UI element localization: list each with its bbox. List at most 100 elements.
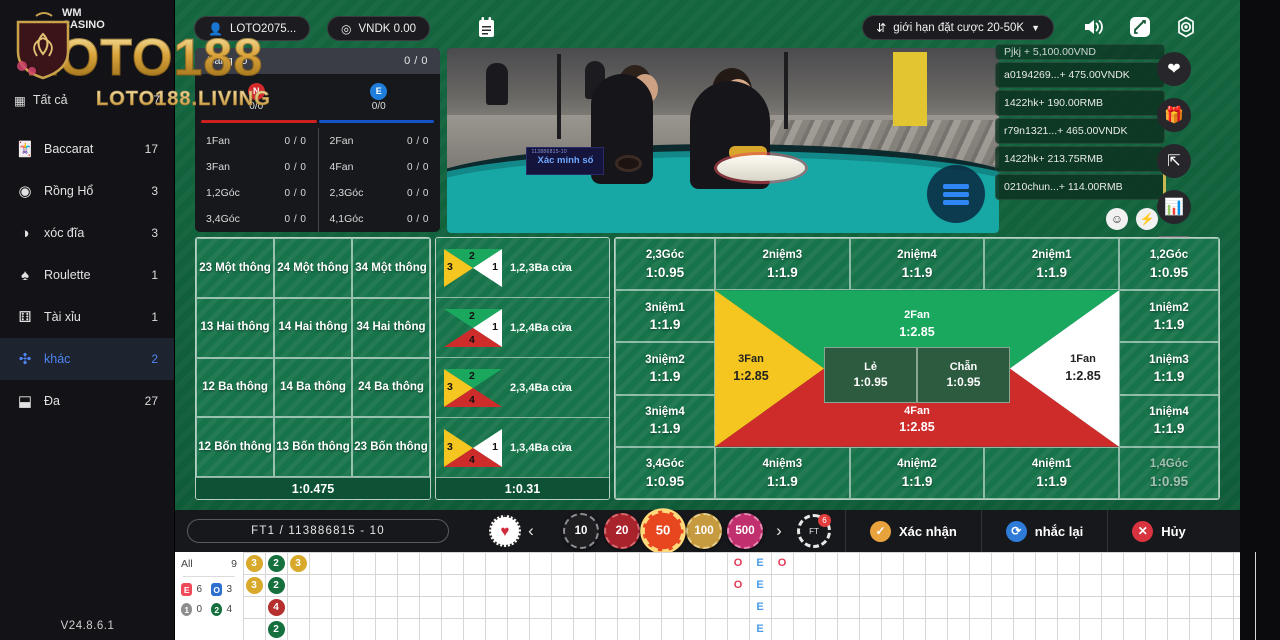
bet-cell-3ni-m4[interactable]: 3niệm4 1:1.9 — [615, 394, 715, 447]
roadmap-gridline — [243, 552, 1240, 553]
bet-cell-4ni-m3[interactable]: 4niệm3 1:1.9 — [715, 446, 850, 499]
bet-cell-bacua[interactable]: 3 1 4 1,3,4Ba cửa — [436, 418, 609, 477]
bet-cell-4fan[interactable]: 4Fan 1:2.85 — [857, 405, 977, 435]
roadmap-bead: 4 — [267, 598, 285, 616]
speaker-icon[interactable] — [1080, 13, 1108, 41]
bet-cell-3ni-m1[interactable]: 3niệm1 1:1.9 — [615, 290, 715, 343]
bet-cell-thong[interactable]: 34 Hai thông — [352, 297, 430, 358]
sidebar-item-tài-xỉu[interactable]: ⚅ Tài xỉu 1 — [0, 296, 174, 338]
flag-number-bottom: 4 — [469, 393, 475, 406]
bet-limit-selector[interactable]: ⇵ giới hạn đặt cược 20-50K ▼ — [862, 15, 1054, 40]
bet-cell-3ni-m2[interactable]: 3niệm2 1:1.9 — [615, 342, 715, 395]
summary-cell: 2,3Góc 0 / 0 — [317, 180, 441, 206]
bet-cell-bacua[interactable]: 3 2 1 1,2,3Ba cửa — [436, 238, 609, 298]
repeat-bet-icon[interactable]: 6 FT — [797, 514, 831, 548]
bet-cell-1ni-m3[interactable]: 1niệm3 1:1.9 — [1119, 342, 1219, 395]
chip-500[interactable]: 500 — [727, 513, 763, 549]
feed-item: 0210chun...+ 114.00RMB — [995, 174, 1165, 200]
bet-cell-4ni-m2[interactable]: 4niệm2 1:1.9 — [849, 446, 985, 499]
chip-20[interactable]: 20 — [604, 513, 640, 549]
bet-cell-label: 13 Bốn thông — [276, 440, 350, 453]
bet-cell-2ni-m1[interactable]: 2niệm1 1:1.9 — [984, 238, 1119, 291]
bet-cell-3-4g-c[interactable]: 3,4Góc 1:0.95 — [615, 446, 715, 499]
bet-cell-bacua[interactable]: 2 1 4 1,2,4Ba cửa — [436, 298, 609, 358]
legend-tag-o: O — [211, 583, 223, 596]
bet-cell-thong[interactable]: 23 Bốn thông — [352, 417, 430, 477]
bet-cell-label: 1,2Góc — [1149, 249, 1189, 262]
bet-cell-thong[interactable]: 24 Một thông — [274, 238, 352, 298]
chip-10[interactable]: 10 — [563, 513, 599, 549]
bet-cell-thong[interactable]: 14 Ba thông — [274, 357, 352, 418]
roadmap-grid[interactable]: 32332422OEOOEEE — [243, 552, 1256, 640]
stack-icon[interactable] — [927, 165, 985, 223]
legend-circ-count-2: 4 — [226, 604, 232, 615]
bet-cell-thong[interactable]: 13 Hai thông — [196, 297, 274, 358]
bet-cell-2-3g-c[interactable]: 2,3Góc 1:0.95 — [615, 238, 715, 291]
bet-cell-bacua[interactable]: 3 2 4 2,3,4Ba cửa — [436, 358, 609, 418]
repeat-button[interactable]: ⟳ nhắc lại — [980, 510, 1107, 552]
gear-icon[interactable] — [1172, 13, 1200, 41]
bet-cell-odds: 1:1.9 — [901, 473, 933, 489]
next-chip-button[interactable]: › — [769, 521, 789, 541]
username-label: LOTO2075... — [229, 22, 297, 35]
bet-cell-1-2g-c[interactable]: 1,2Góc 1:0.95 — [1119, 238, 1219, 291]
chip-50[interactable]: 50 — [642, 510, 684, 552]
video-chart-icon[interactable]: 📊 — [1157, 190, 1191, 224]
bet-cell-thong[interactable]: 34 Một thông — [352, 238, 430, 298]
confirm-button[interactable]: ✓ Xác nhận — [845, 510, 981, 552]
balance-pill[interactable]: ◎ VNDK 0.00 — [327, 16, 431, 41]
bet-cell-2fan[interactable]: 2Fan 1:2.85 — [857, 309, 977, 339]
bet-cell-le[interactable]: Lẻ 1:0.95 — [824, 346, 917, 403]
prev-chip-button[interactable]: ‹ — [521, 521, 541, 541]
bet-cell-thong[interactable]: 12 Bốn thông — [196, 417, 274, 477]
roadmap-letter: E — [756, 557, 764, 569]
heart-hands-icon[interactable]: ❤ — [1157, 52, 1191, 86]
sicbo-disc-icon: ◑ — [20, 224, 30, 242]
live-video-stream[interactable]: 113886815-10 Xác minh số — [447, 48, 999, 233]
check-icon: ✓ — [870, 520, 891, 542]
sidebar-item-all[interactable]: ▦ Tất cả 7 — [0, 82, 174, 118]
bet-cell-1ni-m4[interactable]: 1niệm4 1:1.9 — [1119, 394, 1219, 447]
roadmap-letter: E — [756, 623, 764, 635]
summary-cell: 4,1Góc 0 / 0 — [317, 206, 441, 232]
bet-cell-4ni-m1[interactable]: 4niệm1 1:1.9 — [984, 446, 1119, 499]
sidebar-item-rồng-hổ[interactable]: ◉ Rồng Hổ 3 — [0, 170, 174, 212]
fullscreen-icon[interactable] — [1126, 13, 1154, 41]
bet-cell-thong[interactable]: 13 Bốn thông — [274, 417, 352, 477]
sidebar-item-baccarat[interactable]: 🃏 Baccarat 17 — [0, 128, 174, 170]
cancel-button[interactable]: ✕ Hủy — [1107, 510, 1210, 552]
bet-cell-chan[interactable]: Chẵn 1:0.95 — [917, 346, 1010, 403]
sidebar-item-khác[interactable]: ✣ khác 2 — [0, 338, 174, 380]
sidebar-item-đa[interactable]: ⬓ Đa 27 — [0, 380, 174, 422]
domino-icon: ⬓ — [17, 392, 33, 410]
bet-cell-2ni-m3[interactable]: 2niệm3 1:1.9 — [715, 238, 850, 291]
legend-count-e: 6 — [196, 584, 202, 595]
bet-cell-3fan[interactable]: 3Fan 1:2.85 — [715, 354, 787, 384]
sidebar-item-label: Tài xỉu — [44, 310, 81, 324]
chip-100[interactable]: 100 — [686, 513, 722, 549]
sidebar-item-xóc-đĩa[interactable]: ◑ xóc đĩa 3 — [0, 212, 174, 254]
bet-cell-1ni-m2[interactable]: 1niệm2 1:1.9 — [1119, 290, 1219, 343]
heart-chip-icon[interactable]: ♥ — [489, 515, 521, 547]
bet-cell-2ni-m4[interactable]: 2niệm4 1:1.9 — [849, 238, 985, 291]
bet-cell-thong[interactable]: 23 Một thông — [196, 238, 274, 298]
round-info-pill[interactable]: FT1 / 113886815 - 10 — [187, 519, 449, 543]
sidebar-item-roulette[interactable]: ♠ Roulette 1 — [0, 254, 174, 296]
notepad-icon[interactable] — [473, 14, 499, 40]
smiley-icon[interactable]: ☺ — [1106, 208, 1128, 230]
bet-cell-thong[interactable]: 12 Ba thông — [196, 357, 274, 418]
bacua-flag-icon: 2 1 4 — [444, 308, 502, 347]
roadmap-gridline — [243, 618, 1240, 619]
bet-cell-1fan[interactable]: 1Fan 1:2.85 — [1047, 354, 1119, 384]
summary-header-value: 0 / 0 — [404, 55, 428, 67]
bet-cell-1-4g-c[interactable]: 1,4Góc 1:0.95 — [1119, 446, 1219, 499]
user-pill[interactable]: 👤 LOTO2075... — [194, 16, 311, 41]
person-icon: 👤 — [208, 21, 223, 36]
bet-cell-odds: 1:1.9 — [1153, 316, 1185, 332]
share-icon[interactable]: ⇱ — [1157, 144, 1191, 178]
gift-icon[interactable]: 🎁 — [1157, 98, 1191, 132]
bet-cell-thong[interactable]: 24 Ba thông — [352, 357, 430, 418]
bet-cell-label: 1niệm3 — [1149, 353, 1189, 366]
bet-cell-thong[interactable]: 14 Hai thông — [274, 297, 352, 358]
flag-number-right: 1 — [492, 320, 498, 333]
